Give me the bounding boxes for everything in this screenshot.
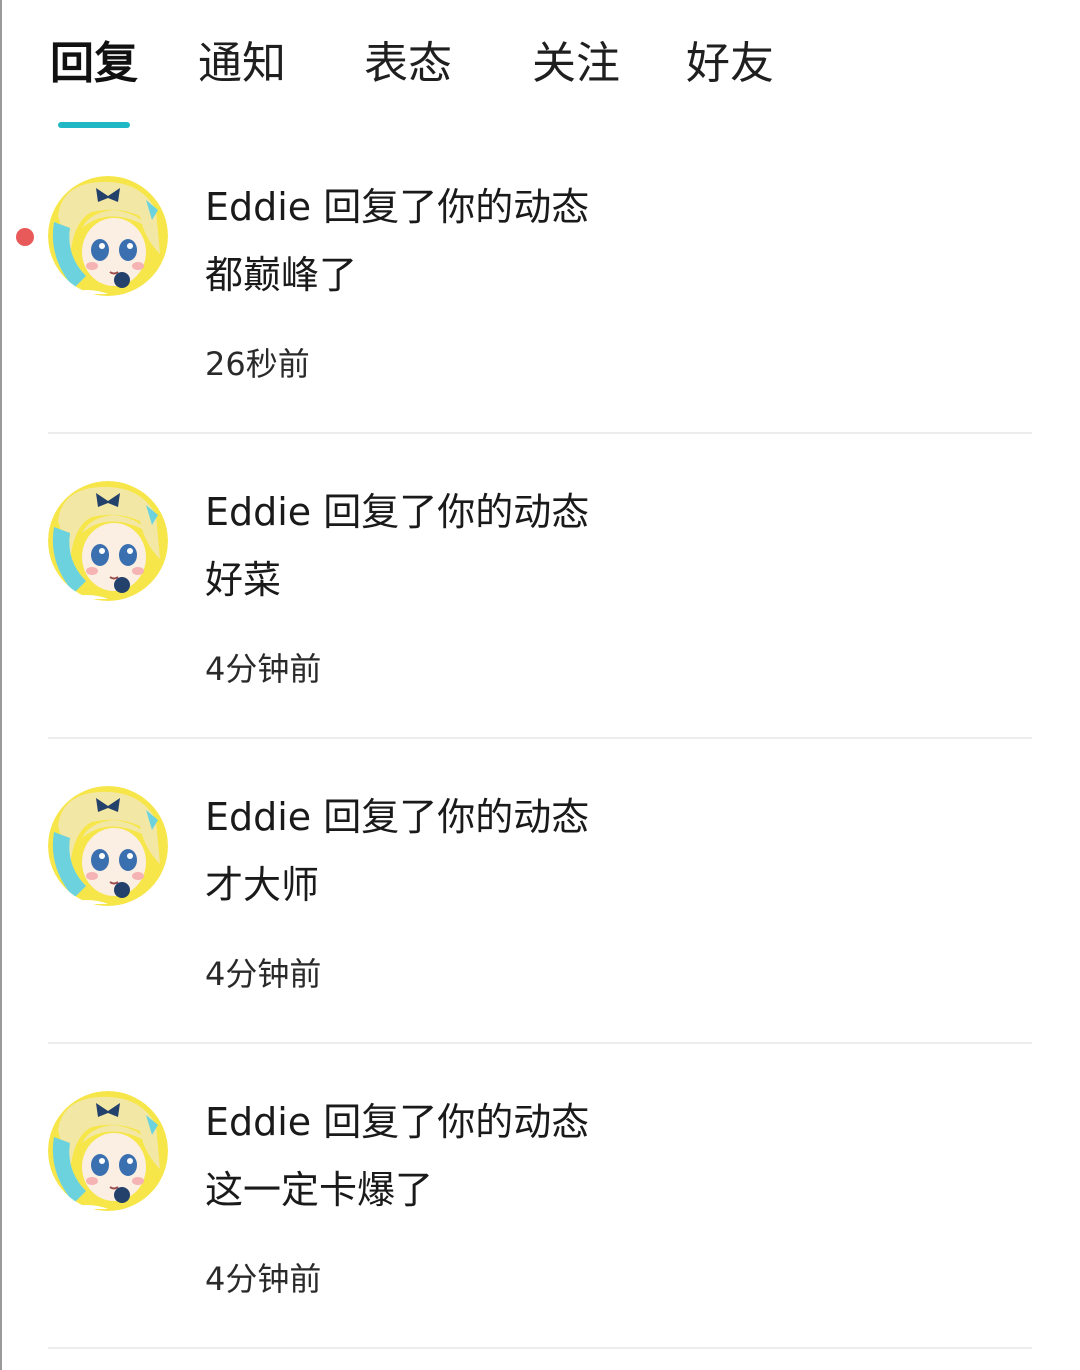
- notification-title: Eddie 回复了你的动态: [205, 795, 590, 839]
- tab-reactions[interactable]: 表态: [364, 34, 452, 94]
- avatar[interactable]: [48, 1091, 168, 1211]
- notification-content: 都巅峰了: [205, 253, 358, 297]
- anime-girl-avatar-icon: [48, 176, 168, 296]
- notification-list: Eddie 回复了你的动态 都巅峰了 26秒前 Eddie 回复了你的动态 好菜…: [0, 140, 1080, 1360]
- avatar[interactable]: [48, 176, 168, 296]
- notification-title: Eddie 回复了你的动态: [205, 490, 590, 534]
- unread-dot: [16, 228, 34, 246]
- anime-girl-avatar-icon: [48, 786, 168, 906]
- avatar[interactable]: [48, 481, 168, 601]
- tab-bar: 回复 通知 表态 关注 好友: [0, 0, 1080, 140]
- avatar[interactable]: [48, 786, 168, 906]
- tab-follows[interactable]: 关注: [532, 34, 620, 94]
- tab-friends[interactable]: 好友: [686, 34, 774, 94]
- anime-girl-avatar-icon: [48, 1091, 168, 1211]
- notification-item[interactable]: Eddie 回复了你的动态 这一定卡爆了 4分钟前: [0, 1055, 1080, 1360]
- notification-content: 这一定卡爆了: [205, 1168, 434, 1212]
- tab-notifications[interactable]: 通知: [198, 34, 286, 94]
- notification-item[interactable]: Eddie 回复了你的动态 好菜 4分钟前: [0, 445, 1080, 750]
- divider: [48, 432, 1032, 434]
- notification-time: 26秒前: [205, 345, 310, 383]
- anime-girl-avatar-icon: [48, 481, 168, 601]
- divider: [48, 1347, 1032, 1349]
- divider: [48, 737, 1032, 739]
- notification-item[interactable]: Eddie 回复了你的动态 才大师 4分钟前: [0, 750, 1080, 1055]
- notification-title: Eddie 回复了你的动态: [205, 185, 590, 229]
- notification-time: 4分钟前: [205, 650, 322, 688]
- divider: [48, 1042, 1032, 1044]
- notification-content: 好菜: [205, 558, 282, 602]
- notification-time: 4分钟前: [205, 955, 322, 993]
- notification-title: Eddie 回复了你的动态: [205, 1100, 590, 1144]
- notification-item[interactable]: Eddie 回复了你的动态 都巅峰了 26秒前: [0, 140, 1080, 445]
- notification-time: 4分钟前: [205, 1260, 322, 1298]
- tab-replies[interactable]: 回复: [50, 34, 138, 94]
- active-tab-indicator: [58, 122, 130, 128]
- notification-content: 才大师: [205, 863, 320, 907]
